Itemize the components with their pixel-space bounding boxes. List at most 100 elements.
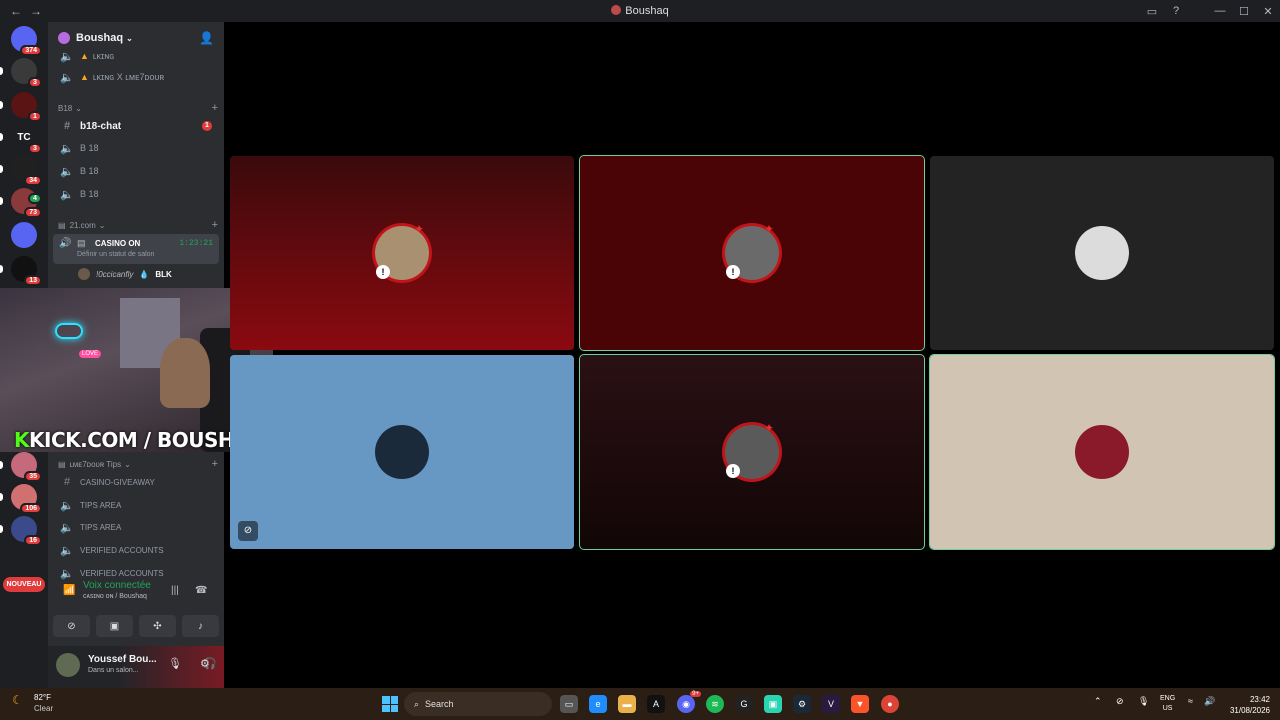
taskbar-search[interactable]: ⌕ Search [404,692,552,716]
member-name[interactable]: !0ccicanfly [96,270,133,279]
unread-badge: 13 [24,275,42,286]
channel-lking[interactable]: 🔈 ▲ ʟᴋɪɴɢ [56,46,218,66]
chevron-down-icon: ⌄ [75,103,82,113]
app-chat-icon[interactable]: ▣ [764,695,782,713]
app-g-icon[interactable]: G [735,695,753,713]
disconnect-icon[interactable]: ☎ [195,585,207,596]
camera-off-button[interactable]: ⊘ [53,615,90,637]
chevron-down-icon: ⌄ [98,220,106,230]
active-voice-channel[interactable]: 🔊 ▤ CASINO ON 1:23:21 Définir un statut … [53,234,219,264]
set-status-link[interactable]: Définir un statut de salon [77,251,154,258]
camera-off-icon[interactable]: ⊘ [238,521,258,541]
file-explorer-icon[interactable]: ▬ [618,695,636,713]
live-badge: 4 [28,193,42,204]
member-name[interactable]: BLK [155,270,171,279]
participant-tile[interactable] [930,156,1274,350]
microphone-icon[interactable]: 🎙 [1138,696,1149,707]
weather-temp[interactable]: 82°F [34,693,51,702]
channel-tips-area-2[interactable]: 🔈 TIPS AREA [56,517,218,537]
voice-channel-path[interactable]: ᴄᴀsɪɴᴏ ᴏɴ / Boushaq [83,593,147,600]
steam-icon[interactable]: ⚙ [793,695,811,713]
new-badge[interactable]: NOUVEAU [3,577,45,592]
participant-tile[interactable]: ⊘ [230,355,574,549]
add-member-icon[interactable]: 👤 [199,31,214,45]
folder-icon: ▤ [58,220,66,230]
maximize-button[interactable]: ☐ [1232,5,1256,18]
participant-tile[interactable]: ✦! [579,354,925,550]
add-channel-icon[interactable]: + [212,102,218,114]
category-b18[interactable]: B18 ⌄ + [58,102,218,114]
edge-icon[interactable]: e [589,695,607,713]
activities-button[interactable]: ✣ [139,615,176,637]
language-indicator[interactable]: ENG US [1160,694,1175,714]
app-v-icon[interactable]: V [822,695,840,713]
channel-casino-giveaway[interactable]: # CASINO-GIVEAWAY [56,472,218,492]
add-channel-icon[interactable]: + [212,219,218,231]
weather-condition[interactable]: Clear [34,704,53,713]
app-a-icon[interactable]: A [647,695,665,713]
network-off-icon[interactable]: ⊘ [1116,696,1124,707]
avatar [1075,226,1129,280]
server-icon[interactable]: 13 [11,256,42,286]
participant-tile[interactable]: ✦! [230,156,574,350]
category-21com[interactable]: ▤ 21.com ⌄ + [58,219,218,231]
soundboard-button[interactable]: ♪ [182,615,219,637]
discord-icon[interactable]: ◉ 9+ [677,691,701,713]
weather-icon[interactable]: ☾ [12,693,23,707]
unread-badge: 374 [20,45,42,56]
server-icon[interactable]: 73 4 [11,188,42,218]
help-icon[interactable]: ? [1164,5,1188,17]
signal-icon[interactable]: 📶 [63,585,75,596]
task-view-icon[interactable]: ▭ [560,695,578,713]
server-icon[interactable]: 1 [11,92,42,122]
unread-badge: 3 [28,143,42,154]
server-icon[interactable] [11,222,37,248]
voice-connected-label[interactable]: Voix connectée [83,580,151,591]
region-code: US [1162,705,1173,712]
nav-buttons: ← → [0,4,42,18]
close-button[interactable]: ✕ [1256,5,1280,18]
unread-badge: 35 [24,471,42,482]
system-clock[interactable]: 23:42 31/08/2026 [1226,694,1270,716]
server-icon[interactable]: 34 [11,156,42,186]
wifi-icon[interactable]: ≈ [1188,696,1193,706]
participant-tile[interactable]: ✦! [579,155,925,351]
user-name[interactable]: Youssef Bou... [88,654,157,665]
chrome-icon[interactable]: ● [881,695,899,713]
add-channel-icon[interactable]: + [212,458,218,470]
start-button[interactable] [382,696,398,712]
minimize-button[interactable]: — [1208,5,1232,17]
server-icon[interactable]: 374 [11,26,42,56]
inbox-icon[interactable]: ▭ [1140,5,1164,18]
channel-lking-x[interactable]: 🔈 ▲ ʟᴋɪɴɢ X ʟᴍᴇ7ᴅᴏᴜʀ [56,67,218,87]
forward-arrow-icon[interactable]: → [30,4,42,18]
server-icon[interactable]: TC 3 [11,124,42,154]
brave-icon[interactable]: ▼ [851,695,869,713]
category-tips[interactable]: ▤ ʟᴍᴇ7ᴅᴏᴜʀ Tips ⌄ + [58,458,218,470]
channel-verified-1[interactable]: 🔈 VERIFIED ACCOUNTS [56,540,218,560]
participant-tile[interactable] [929,354,1275,550]
channel-b18-voice-3[interactable]: 🔈 B 18 [56,184,218,204]
volume-icon[interactable]: 🔊 [1204,696,1215,707]
back-arrow-icon[interactable]: ← [10,4,22,18]
noise-suppression-icon[interactable]: ||| [171,585,179,596]
server-avatar-icon [611,5,622,15]
unread-indicator [0,197,3,205]
channel-b18-chat[interactable]: # b18-chat 1 [56,116,218,136]
channel-b18-voice-2[interactable]: 🔈 B 18 [56,161,218,181]
microphone-icon[interactable]: 🎙 [168,657,182,670]
screen-share-button[interactable]: ▣ [96,615,133,637]
channel-b18-voice-1[interactable]: 🔈 B 18 [56,138,218,158]
unread-indicator [0,67,3,75]
avatar[interactable] [56,653,80,677]
gear-icon[interactable]: ⚙ [200,657,210,670]
decoration-icon: ✦ [764,421,775,435]
server-icon[interactable]: 3 [11,58,42,88]
channel-tips-area-1[interactable]: 🔈 TIPS AREA [56,495,218,515]
server-icon[interactable]: 35 [11,452,42,482]
chevron-up-icon[interactable]: ⌃ [1094,696,1102,707]
spotify-icon[interactable]: ≋ [706,695,724,713]
server-icon[interactable]: 16 [11,516,42,546]
status-icon: ! [726,265,740,279]
server-icon[interactable]: 106 [11,484,42,514]
